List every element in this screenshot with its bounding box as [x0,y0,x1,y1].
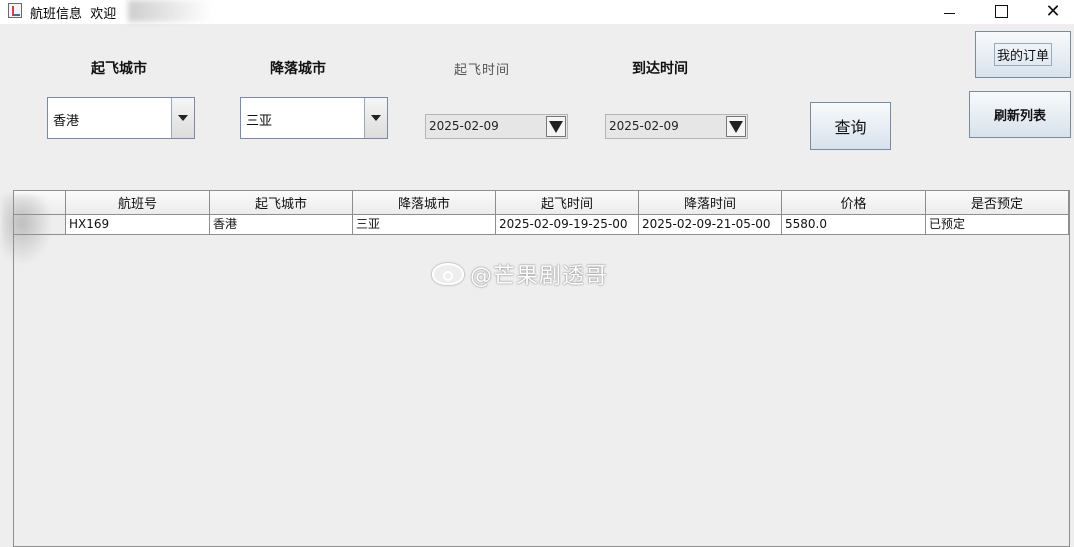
departure-city-cell[interactable]: 香港 [210,215,353,235]
arrival-date-dropdown-button[interactable] [726,116,746,137]
column-header-departure-city[interactable]: 起飞城市 [210,191,353,215]
arrival-city-cell[interactable]: 三亚 [353,215,496,235]
column-header-flight-number[interactable]: 航班号 [66,191,210,215]
price-cell[interactable]: 5580.0 [782,215,926,235]
booked-status-cell[interactable]: 已预定 [926,215,1069,235]
maximize-button[interactable] [978,0,1024,22]
table-row[interactable]: HX169 香港 三亚 2025-02-09-19-25-00 2025-02-… [14,215,1069,235]
close-button[interactable]: ✕ [1030,0,1074,22]
my-orders-label: 我的订单 [993,43,1052,66]
triangle-down-icon [371,115,381,121]
minimize-button[interactable] [926,0,972,22]
triangle-down-icon [729,120,743,133]
departure-time-cell[interactable]: 2025-02-09-19-25-00 [496,215,639,235]
maximize-icon [994,4,1008,18]
smudge-overlay [128,0,212,22]
weibo-logo-icon [432,263,464,285]
triangle-down-icon [178,115,188,121]
arrival-date-picker[interactable]: 2025-02-09 [605,114,748,139]
arrival-city-value: 三亚 [246,114,273,129]
minimize-icon [943,12,955,14]
smudge-overlay [2,195,52,265]
query-button[interactable]: 查询 [810,102,891,150]
departure-city-select[interactable]: 香港 [47,97,195,139]
departure-date-dropdown-button[interactable] [546,116,566,137]
departure-date-value: 2025-02-09 [429,119,499,133]
column-header-price[interactable]: 价格 [782,191,926,215]
arrival-city-label: 降落城市 [270,61,326,77]
java-cup-icon [8,3,22,18]
column-header-departure-time[interactable]: 起飞时间 [496,191,639,215]
departure-city-value: 香港 [53,114,80,129]
flight-number-cell[interactable]: HX169 [66,215,210,235]
arrival-time-cell[interactable]: 2025-02-09-21-05-00 [639,215,782,235]
close-icon: ✕ [1045,0,1061,22]
column-header-booked[interactable]: 是否预定 [926,191,1069,215]
watermark: @芒果剧透哥 [432,258,608,290]
arrival-city-select[interactable]: 三亚 [240,97,388,139]
my-orders-button[interactable]: 我的订单 [975,31,1071,78]
departure-date-picker[interactable]: 2025-02-09 [425,114,568,139]
arrival-time-label: 到达时间 [632,61,688,77]
window-title: 航班信息 欢迎 [30,7,117,22]
triangle-down-icon [549,120,563,133]
column-header-arrival-time[interactable]: 降落时间 [639,191,782,215]
refresh-list-button[interactable]: 刷新列表 [969,91,1071,138]
departure-city-dropdown-button[interactable] [171,98,194,138]
table-header: 航班号 起飞城市 降落城市 起飞时间 降落时间 价格 是否预定 [14,191,1069,215]
arrival-date-value: 2025-02-09 [609,119,679,133]
flight-table: 航班号 起飞城市 降落城市 起飞时间 降落时间 价格 是否预定 HX169 香港… [13,190,1070,547]
watermark-text: @芒果剧透哥 [470,264,609,289]
arrival-city-dropdown-button[interactable] [364,98,387,138]
title-bar: 航班信息 欢迎 ✕ [0,0,1074,24]
departure-time-label: 起飞时间 [454,63,511,78]
column-header-arrival-city[interactable]: 降落城市 [353,191,496,215]
departure-city-label: 起飞城市 [91,61,147,77]
